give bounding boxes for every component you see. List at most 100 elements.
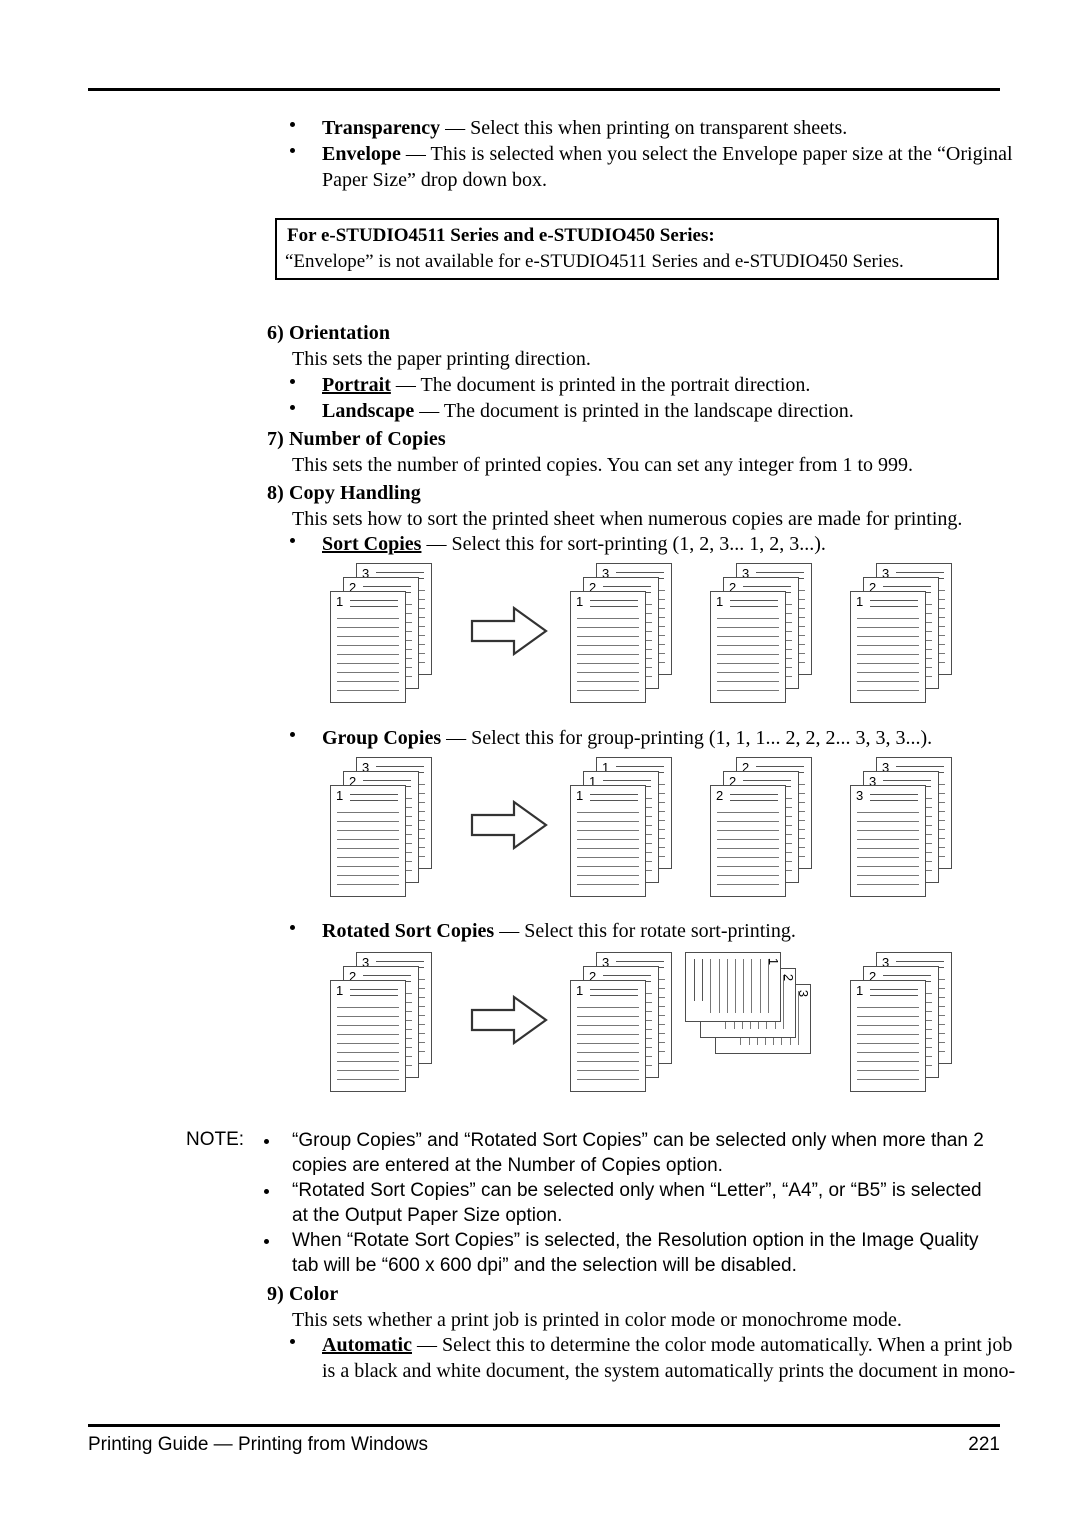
group-input-stack: 321 [330, 757, 434, 897]
sheet-text-line [577, 645, 639, 646]
sheet-text-line [717, 672, 779, 673]
sheet-header-line [756, 766, 804, 767]
text-envelope: This is selected when you select the Env… [430, 143, 1013, 165]
sheet-text-line [337, 627, 399, 628]
sheet-text-line [577, 857, 639, 858]
sheet-text-line [717, 681, 779, 682]
sheet-text-line [857, 1025, 919, 1026]
heading-copy-handling: 8) Copy Handling [267, 482, 421, 504]
header-rule [88, 88, 1000, 91]
sheet-header-line [743, 780, 791, 781]
sheet-text-line [857, 821, 919, 822]
sheet-text-line [743, 959, 745, 1013]
sheet-text-line [717, 645, 779, 646]
text-group-copies: Select this for group-printing (1, 1, 1.… [471, 727, 933, 749]
bullet-rotated-sort-copies: Rotated Sort Copies — Select this for ro… [290, 918, 1000, 944]
page-number: 221 [968, 1434, 1000, 1455]
sheet-text-line [857, 681, 919, 682]
sheet-text-line [857, 1043, 919, 1044]
rotated-output-stack-landscape: 3 2 1 [685, 952, 815, 1072]
text-orientation-intro: This sets the paper printing direction. [292, 348, 591, 370]
sheet-text-line [337, 663, 399, 664]
sheet-text-line [577, 875, 639, 876]
sheet-text-line [857, 1052, 919, 1053]
bullet-dot-icon [264, 1239, 269, 1244]
sheet-header-line [616, 961, 664, 962]
sheet-header-line [603, 975, 651, 976]
sheet-header-line [896, 766, 944, 767]
sheet-text-line [717, 690, 779, 691]
sheet-text-line [857, 645, 919, 646]
sheet-header-line [590, 794, 638, 795]
text-automatic: Select this to determine the color mode … [441, 1334, 1013, 1356]
bullet-dot-icon [264, 1189, 269, 1194]
sheet-header-line [376, 766, 424, 767]
sheet-text-line [857, 812, 919, 813]
sheet-text-line [577, 690, 639, 691]
arrow-right-icon [470, 994, 548, 1046]
sheet-number: 1 [576, 983, 584, 998]
sheet-number: 1 [765, 957, 781, 966]
text-number-of-copies-intro: This sets the number of printed copies. … [292, 454, 913, 476]
sheet-text-line [337, 681, 399, 682]
sheet-header-line [590, 989, 638, 990]
sheet-header-line [590, 800, 638, 801]
sheet-text-line [694, 959, 695, 1001]
sheet-text-line [577, 681, 639, 682]
bullet-envelope: Envelope — This is selected when you sel… [290, 141, 1013, 167]
rotated-output-stack-3: 321 [850, 952, 954, 1092]
sheet-text-line [857, 875, 919, 876]
note-item-2-line1: “Rotated Sort Copies” can be selected on… [292, 1180, 982, 1201]
text-landscape: The document is printed in the landscape… [443, 400, 854, 422]
sheet-text-line [751, 959, 753, 1013]
sheet-text-line [717, 654, 779, 655]
sheet-text-line [857, 839, 919, 840]
rotated-output-stack-1: 321 [570, 952, 674, 1092]
sheet-header-line [616, 572, 664, 573]
bullet-landscape: Landscape — The document is printed in t… [290, 398, 1000, 424]
sheet-text-line [577, 627, 639, 628]
term-group-copies: Group Copies [322, 727, 442, 749]
page-sheet: 1 [850, 591, 926, 703]
sheet-text-line [577, 636, 639, 637]
sheet-text-line [717, 821, 779, 822]
sheet-text-line [577, 663, 639, 664]
footer-rule [88, 1424, 1000, 1427]
sheet-text-line [337, 821, 399, 822]
group-output-stack-3: 333 [850, 757, 954, 897]
sheet-header-line [883, 586, 931, 587]
sheet-text-line [337, 654, 399, 655]
dash: — [411, 1334, 442, 1356]
sheet-text-line [577, 1043, 639, 1044]
sort-output-stack-1: 321 [570, 563, 674, 703]
bullet-dot-icon [290, 1338, 295, 1344]
sheet-number: 3 [795, 989, 811, 998]
sheet-text-line [337, 636, 399, 637]
bullet-automatic: Automatic — Select this to determine the… [290, 1332, 1012, 1358]
sheet-text-line [717, 812, 779, 813]
text-copy-handling-intro: This sets how to sort the printed sheet … [292, 508, 963, 530]
sheet-text-line [577, 1061, 639, 1062]
sheet-number: 1 [576, 594, 584, 609]
info-box-body: “Envelope” is not available for e-STUDIO… [285, 251, 904, 272]
sheet-text-line [717, 875, 779, 876]
dash: — [440, 117, 471, 139]
sheet-text-line [577, 848, 639, 849]
sheet-number: 1 [336, 983, 344, 998]
sheet-text-line [577, 1070, 639, 1071]
bullet-portrait: Portrait — The document is printed in th… [290, 372, 1000, 398]
arrow-right-icon [470, 799, 548, 851]
term-portrait: Portrait [322, 374, 391, 396]
info-box-title: For e-STUDIO4511 Series and e-STUDIO450 … [287, 225, 715, 246]
bullet-dot-icon [290, 404, 295, 410]
note-item-1-line2: copies are entered at the Number of Copi… [292, 1155, 723, 1176]
sheet-header-line [590, 995, 638, 996]
sheet-text-line [717, 866, 779, 867]
sheet-text-line [577, 1034, 639, 1035]
sheet-header-line [883, 780, 931, 781]
sheet-text-line [337, 875, 399, 876]
arrow-right-icon [470, 605, 548, 657]
page-sheet: 1 [330, 591, 406, 703]
text-automatic-line2: is a black and white document, the syste… [322, 1360, 1016, 1382]
sheet-header-line [350, 989, 398, 990]
